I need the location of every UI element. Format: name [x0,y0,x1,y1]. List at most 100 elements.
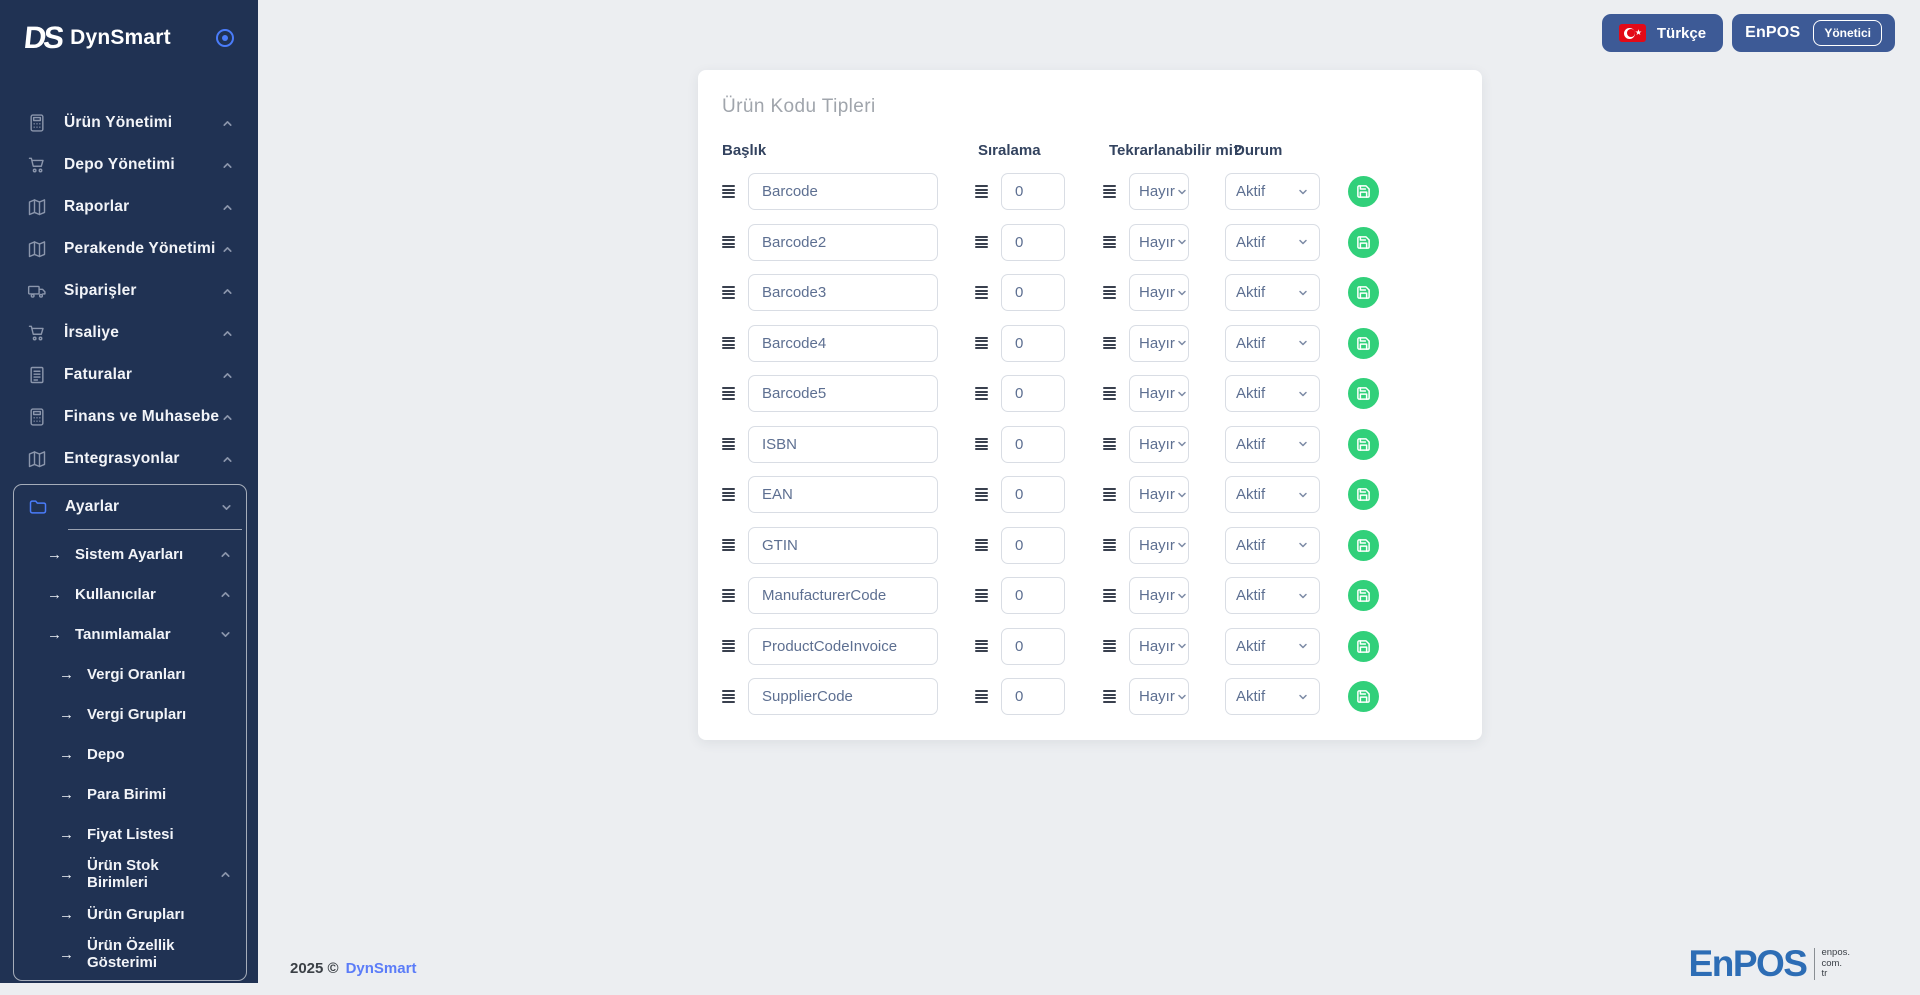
drag-handle[interactable] [1103,639,1116,653]
sidebar-item-raporlar[interactable]: Raporlar [0,186,258,228]
drag-handle[interactable] [1103,336,1116,350]
drag-handle[interactable] [1103,185,1116,198]
language-button[interactable]: ★ Türkçe [1601,14,1724,52]
repeatable-select[interactable]: Hayır [1129,577,1189,614]
drag-handle[interactable] [975,488,988,501]
role-badge[interactable]: Yönetici [1813,20,1882,46]
status-select[interactable]: Aktif [1225,627,1320,665]
order-input[interactable] [1001,678,1065,715]
drag-handle[interactable] [1103,235,1116,249]
save-button[interactable] [1348,277,1379,308]
repeatable-select[interactable]: Hayır [1129,173,1189,210]
order-input[interactable] [1001,526,1065,564]
drag-handle[interactable] [1103,387,1116,400]
sidebar-item-ayarlar[interactable]: Ayarlar [14,485,246,529]
order-input[interactable] [1001,173,1065,210]
title-input[interactable] [748,476,938,513]
save-button[interactable] [1348,176,1379,207]
sidebar-item-vergi-oranlari[interactable]: → Vergi Oranları [14,654,246,694]
repeatable-select[interactable]: Hayır [1129,324,1189,362]
sidebar-item-siparisler[interactable]: Siparişler [0,270,258,312]
sidebar-item-entegrasyonlar[interactable]: Entegrasyonlar [0,438,258,480]
drag-handle[interactable] [975,387,988,400]
drag-handle[interactable] [975,286,988,299]
save-button[interactable] [1348,580,1379,611]
status-select[interactable]: Aktif [1225,476,1320,513]
sidebar-item-irsaliye[interactable]: İrsaliye [0,312,258,354]
status-select[interactable]: Aktif [1225,425,1320,463]
repeatable-select[interactable]: Hayır [1129,627,1189,665]
status-select[interactable]: Aktif [1225,678,1320,715]
sidebar-item-depo-yonetimi[interactable]: Depo Yönetimi [0,144,258,186]
repeatable-select[interactable]: Hayır [1129,375,1189,412]
dynsmart-link[interactable]: DynSmart [346,960,417,977]
drag-handle[interactable] [975,437,988,451]
save-button[interactable] [1348,327,1379,359]
status-select[interactable]: Aktif [1225,577,1320,614]
sidebar-item-fiyat-listesi[interactable]: → Fiyat Listesi [14,814,246,854]
save-button[interactable] [1348,226,1379,258]
drag-handle[interactable] [1103,437,1116,451]
account-button[interactable]: EnPOS Yönetici [1732,14,1895,52]
drag-handle[interactable] [1103,286,1116,299]
drag-handle[interactable] [722,488,735,501]
drag-handle[interactable] [1103,488,1116,501]
save-button[interactable] [1348,479,1379,510]
save-button[interactable] [1348,681,1379,712]
title-input[interactable] [748,627,938,665]
title-input[interactable] [748,173,938,210]
sidebar-item-urun-stok-birimleri[interactable]: → Ürün Stok Birimleri [14,854,246,894]
order-input[interactable] [1001,577,1065,614]
drag-handle[interactable] [722,387,735,400]
sidebar-item-tanimlamalar[interactable]: → Tanımlamalar [14,614,246,654]
sidebar-item-depo[interactable]: → Depo [14,734,246,774]
save-button[interactable] [1348,378,1379,409]
drag-handle[interactable] [722,235,735,249]
order-input[interactable] [1001,627,1065,665]
title-input[interactable] [748,526,938,564]
save-button[interactable] [1348,529,1379,561]
title-input[interactable] [748,577,938,614]
order-input[interactable] [1001,324,1065,362]
drag-handle[interactable] [1103,538,1116,552]
status-select[interactable]: Aktif [1225,324,1320,362]
drag-handle[interactable] [1103,690,1116,703]
sidebar-item-urun-gruplari[interactable]: → Ürün Grupları [14,894,246,934]
status-select[interactable]: Aktif [1225,274,1320,311]
title-input[interactable] [748,425,938,463]
drag-handle[interactable] [722,336,735,350]
sidebar-item-sistem-ayarlari[interactable]: → Sistem Ayarları [14,534,246,574]
repeatable-select[interactable]: Hayır [1129,476,1189,513]
save-button[interactable] [1348,428,1379,460]
status-select[interactable]: Aktif [1225,526,1320,564]
repeatable-select[interactable]: Hayır [1129,526,1189,564]
title-input[interactable] [748,223,938,261]
title-input[interactable] [748,375,938,412]
title-input[interactable] [748,274,938,311]
drag-handle[interactable] [722,690,735,703]
order-input[interactable] [1001,274,1065,311]
sidebar-item-perakende-yonetimi[interactable]: Perakende Yönetimi [0,228,258,270]
order-input[interactable] [1001,375,1065,412]
drag-handle[interactable] [975,538,988,552]
sidebar-item-para-birimi[interactable]: → Para Birimi [14,774,246,814]
title-input[interactable] [748,678,938,715]
drag-handle[interactable] [975,336,988,350]
title-input[interactable] [748,324,938,362]
drag-handle[interactable] [722,639,735,653]
repeatable-select[interactable]: Hayır [1129,274,1189,311]
drag-handle[interactable] [975,690,988,703]
drag-handle[interactable] [722,589,735,602]
drag-handle[interactable] [1103,589,1116,602]
sidebar-toggle-icon[interactable] [216,29,234,47]
drag-handle[interactable] [722,286,735,299]
sidebar-item-vergi-gruplari[interactable]: → Vergi Grupları [14,694,246,734]
sidebar-item-urun-yonetimi[interactable]: Ürün Yönetimi [0,102,258,144]
sidebar-item-urun-ozellik-gosterimi[interactable]: → Ürün Özellik Gösterimi [14,934,246,974]
repeatable-select[interactable]: Hayır [1129,223,1189,261]
drag-handle[interactable] [722,437,735,451]
order-input[interactable] [1001,476,1065,513]
drag-handle[interactable] [975,639,988,653]
drag-handle[interactable] [975,589,988,602]
sidebar-item-kullanicilar[interactable]: → Kullanıcılar [14,574,246,614]
